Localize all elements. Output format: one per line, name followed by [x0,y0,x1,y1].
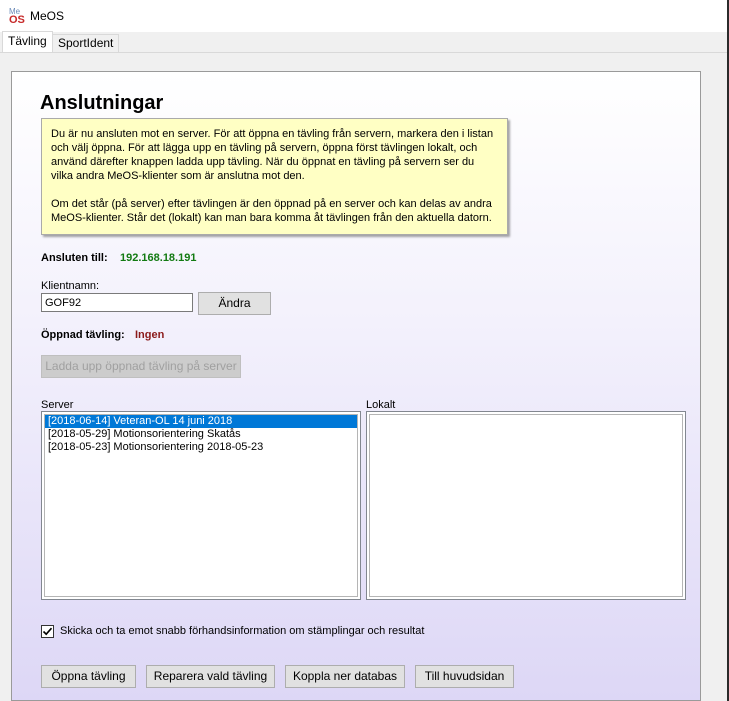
svg-text:OS: OS [9,14,25,24]
server-list-item[interactable]: [2018-06-14] Veteran-OL 14 juni 2018 [45,415,357,428]
page-title: Anslutningar [40,92,164,114]
main-page-button[interactable]: Till huvudsidan [415,665,514,688]
tab-tavling[interactable]: Tävling [2,31,53,52]
window-title: MeOS [30,9,65,23]
opened-value: Ingen [135,329,165,341]
server-list[interactable]: [2018-06-14] Veteran-OL 14 juni 2018 [20… [41,411,361,600]
connected-value: 192.168.18.191 [120,252,197,264]
server-label: Server [41,399,74,411]
tab-sportident[interactable]: SportIdent [52,34,120,52]
tab-strip: Tävling SportIdent [0,31,729,53]
server-list-item[interactable]: [2018-05-23] Motionsorientering 2018-05-… [45,441,357,454]
open-competition-button[interactable]: Öppna tävling [41,665,136,688]
info-paragraph-2: Om det står (på server) efter tävlingen … [51,198,492,224]
fast-info-checkbox[interactable] [41,625,54,638]
change-button[interactable]: Ändra [198,292,271,315]
meos-app-icon: Me OS [9,7,25,24]
opened-label: Öppnad tävling: [41,329,125,341]
connected-label: Ansluten till: [41,252,108,264]
local-list-inner [369,414,683,597]
server-list-inner: [2018-06-14] Veteran-OL 14 juni 2018 [20… [44,414,358,597]
repair-competition-button[interactable]: Reparera vald tävling [146,665,275,688]
info-paragraph-1: Du är nu ansluten mot en server. För att… [51,128,494,182]
client-name-label: Klientnamn: [41,280,100,292]
info-box: Du är nu ansluten mot en server. För att… [41,118,508,235]
local-label: Lokalt [366,399,396,411]
check-icon [42,627,53,636]
server-list-item[interactable]: [2018-05-29] Motionsorientering Skatås [45,428,357,441]
local-list[interactable] [366,411,686,600]
disconnect-database-button[interactable]: Koppla ner databas [285,665,405,688]
title-bar: Me OS MeOS [0,0,729,32]
client-name-input[interactable] [41,293,193,312]
fast-info-label[interactable]: Skicka och ta emot snabb förhandsinforma… [60,625,424,637]
upload-button[interactable]: Ladda upp öppnad tävling på server [41,355,241,378]
